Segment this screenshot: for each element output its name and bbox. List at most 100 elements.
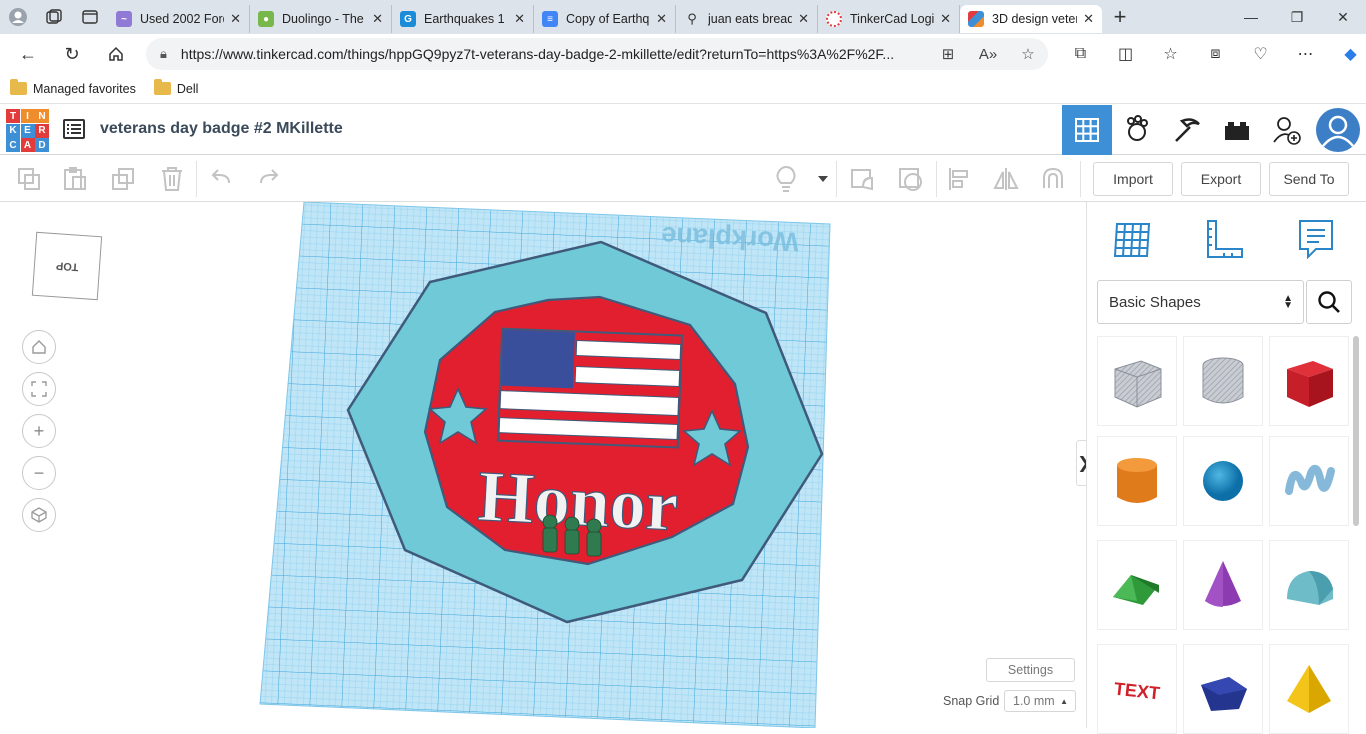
home-view-icon[interactable] — [22, 330, 56, 364]
lock-icon[interactable]: 🔒︎ — [160, 46, 167, 62]
add-user-icon[interactable] — [1262, 105, 1312, 155]
mirror-icon[interactable] — [989, 162, 1023, 196]
copy-icon[interactable] — [12, 162, 46, 196]
paste-icon[interactable] — [58, 162, 92, 196]
solid-shape-icon[interactable] — [845, 162, 879, 196]
url-field[interactable]: 🔒︎ https://www.tinkercad.com/things/hppG… — [146, 38, 1048, 70]
shape-library-value: Basic Shapes — [1109, 293, 1201, 311]
import-button[interactable]: Import — [1093, 162, 1173, 196]
tinkercad-logo[interactable]: T I N K E R C A D — [6, 109, 49, 152]
notes-tool-icon[interactable] — [1293, 216, 1339, 262]
workplane-tool-icon[interactable] — [1109, 216, 1155, 262]
project-title[interactable]: veterans day badge #2 MKillette — [100, 120, 343, 138]
favorite-star-icon[interactable]: ☆ — [1008, 45, 1048, 63]
redo-icon[interactable] — [251, 162, 285, 196]
workspaces-icon[interactable] — [36, 2, 72, 32]
split-screen-icon[interactable]: ◫ — [1103, 44, 1148, 64]
vertical-tabs-icon[interactable] — [72, 2, 108, 32]
design-menu-icon[interactable] — [63, 119, 85, 139]
3d-workspace[interactable]: Workplane Honor TOP + − Settings Snap Gr… — [0, 202, 1086, 728]
read-aloud-icon[interactable]: A» — [968, 46, 1008, 63]
view-cube[interactable]: TOP — [31, 231, 103, 301]
snap-grid-select[interactable]: 1.0 mm ▲ — [1004, 690, 1076, 712]
browser-essentials-icon[interactable]: ♡ — [1238, 44, 1283, 64]
minimize-icon[interactable]: — — [1228, 0, 1274, 34]
shape-box[interactable] — [1269, 336, 1349, 426]
shape-cone[interactable] — [1183, 540, 1263, 630]
close-icon[interactable]: ✕ — [656, 11, 667, 27]
profile-icon[interactable] — [0, 2, 36, 32]
soldier-figures[interactable] — [542, 514, 602, 557]
duplicate-icon[interactable] — [106, 162, 140, 196]
settings-button[interactable]: Settings — [986, 658, 1075, 682]
favorite-managed[interactable]: Managed favorites — [10, 79, 136, 96]
extensions-icon[interactable]: ⧉ — [1058, 45, 1103, 63]
workplane-canvas[interactable]: Workplane Honor — [0, 202, 1086, 728]
export-button[interactable]: Export — [1181, 162, 1261, 196]
shape-roof[interactable] — [1097, 540, 1177, 630]
shape-cylinder[interactable] — [1097, 436, 1177, 526]
close-window-icon[interactable]: ✕ — [1320, 0, 1366, 34]
more-icon[interactable]: ⋯ — [1283, 44, 1328, 64]
shape-cylinder-hole[interactable] — [1183, 336, 1263, 426]
bricks-icon[interactable] — [1162, 105, 1212, 155]
zoom-in-icon[interactable]: + — [22, 414, 56, 448]
home-icon[interactable] — [94, 45, 138, 63]
notes-lightbulb-icon[interactable] — [769, 162, 803, 196]
browser-tab[interactable]: ● Duolingo - The ✕ — [250, 5, 392, 33]
shape-text[interactable]: TEXT — [1097, 644, 1177, 734]
shape-library-select[interactable]: Basic Shapes ▲ ▼ — [1097, 280, 1304, 324]
back-icon[interactable]: ← — [6, 44, 50, 65]
refresh-icon[interactable]: ↻ — [50, 44, 94, 65]
shape-pyramid[interactable] — [1269, 644, 1349, 734]
cruise-magnet-icon[interactable] — [1036, 162, 1070, 196]
chevron-down-icon[interactable] — [806, 162, 840, 196]
browser-tab[interactable]: ~ Used 2002 Ford ✕ — [108, 5, 250, 33]
favorites-icon[interactable]: ☆ — [1148, 44, 1193, 64]
send-to-button[interactable]: Send To — [1269, 162, 1349, 196]
search-icon — [1318, 291, 1340, 313]
copilot-icon[interactable]: ◆ — [1328, 44, 1366, 64]
new-tab-icon[interactable]: + — [1102, 4, 1138, 30]
hole-shape-icon[interactable] — [893, 162, 927, 196]
panel-scrollbar[interactable] — [1353, 336, 1359, 526]
close-icon[interactable]: ✕ — [372, 11, 383, 27]
search-icon: ⚲ — [687, 11, 697, 26]
app-available-icon[interactable]: ⊞ — [928, 45, 968, 63]
shape-round-roof[interactable] — [1269, 540, 1349, 630]
delete-icon[interactable] — [155, 162, 189, 196]
shape-polygon[interactable] — [1183, 644, 1263, 734]
shape-sphere[interactable] — [1183, 436, 1263, 526]
perspective-icon[interactable] — [22, 498, 56, 532]
align-icon[interactable] — [943, 162, 977, 196]
shape-scribble[interactable] — [1269, 436, 1349, 526]
close-icon[interactable]: ✕ — [940, 11, 951, 27]
close-icon[interactable]: ✕ — [514, 11, 525, 27]
shape-box-hole[interactable] — [1097, 336, 1177, 426]
browser-tab[interactable]: TinkerCad Login ✕ — [818, 5, 960, 33]
zoom-out-icon[interactable]: − — [22, 456, 56, 490]
close-icon[interactable]: ✕ — [230, 11, 241, 27]
browser-tab[interactable]: ⚲ juan eats bread ✕ — [676, 5, 818, 33]
close-icon[interactable]: ✕ — [798, 11, 809, 27]
avatar[interactable] — [1316, 108, 1360, 152]
restore-icon[interactable]: ❐ — [1274, 0, 1320, 34]
browser-tab-active[interactable]: 3D design veter ✕ — [960, 5, 1102, 33]
3d-view-grid-icon[interactable] — [1062, 105, 1112, 155]
flag[interactable] — [496, 327, 684, 449]
browser-tab[interactable]: ≡ Copy of Earthqu ✕ — [534, 5, 676, 33]
favorite-label: Dell — [176, 81, 199, 96]
favorite-dell[interactable]: Dell — [153, 79, 199, 96]
collections-icon[interactable]: ⧈ — [1193, 45, 1238, 63]
blocks-icon[interactable] — [1112, 105, 1162, 155]
close-icon[interactable]: ✕ — [1083, 11, 1094, 27]
fit-view-icon[interactable] — [22, 372, 56, 406]
url-text[interactable]: https://www.tinkercad.com/things/hppGQ9p… — [181, 46, 928, 62]
search-shapes-button[interactable] — [1306, 280, 1352, 324]
undo-icon[interactable] — [205, 162, 239, 196]
svg-text:TEXT: TEXT — [1113, 679, 1161, 704]
tab-title: TinkerCad Login — [850, 12, 935, 26]
ruler-tool-icon[interactable] — [1201, 216, 1247, 262]
sim-lab-icon[interactable] — [1212, 105, 1262, 155]
browser-tab[interactable]: G Earthquakes 1 - ✕ — [392, 5, 534, 33]
